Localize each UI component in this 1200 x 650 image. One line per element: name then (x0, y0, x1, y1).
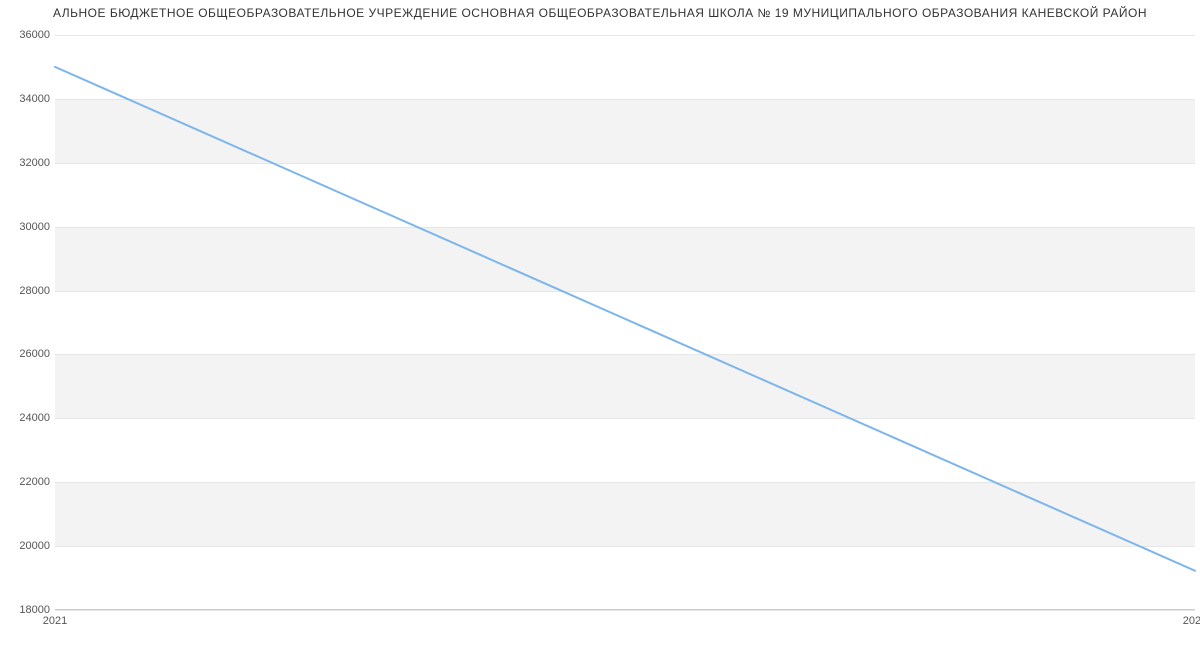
chart-container: АЛЬНОЕ БЮДЖЕТНОЕ ОБЩЕОБРАЗОВАТЕЛЬНОЕ УЧР… (0, 0, 1200, 650)
y-tick-label: 30000 (5, 221, 50, 233)
y-tick-label: 24000 (5, 412, 50, 424)
y-tick-label: 22000 (5, 476, 50, 488)
y-tick-label: 20000 (5, 540, 50, 552)
y-tick-label: 34000 (5, 93, 50, 105)
y-tick-label: 32000 (5, 157, 50, 169)
x-tick-label: 2021 (43, 615, 67, 627)
y-tick-label: 28000 (5, 285, 50, 297)
chart-title: АЛЬНОЕ БЮДЖЕТНОЕ ОБЩЕОБРАЗОВАТЕЛЬНОЕ УЧР… (0, 6, 1200, 20)
x-tick-label: 2024 (1183, 615, 1200, 627)
plot-area (55, 35, 1195, 610)
line-series (55, 35, 1195, 609)
y-tick-label: 26000 (5, 348, 50, 360)
y-tick-label: 36000 (5, 29, 50, 41)
gridline (55, 610, 1195, 611)
